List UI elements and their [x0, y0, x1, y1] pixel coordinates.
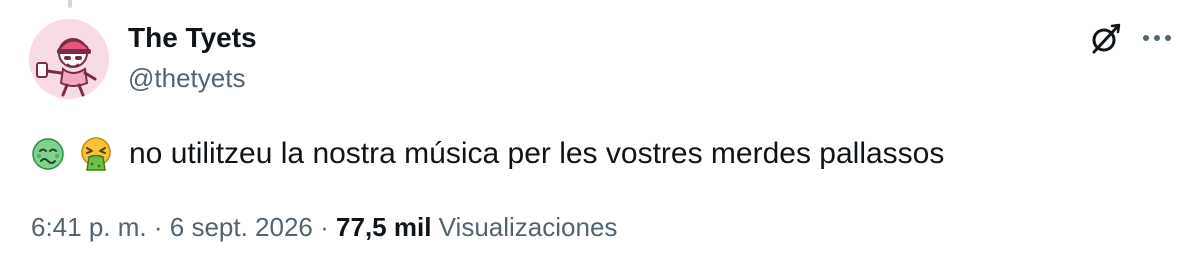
tweet-date[interactable]: 6 sept. 2026 — [170, 212, 313, 242]
more-options-icon[interactable] — [1140, 26, 1174, 50]
avatar-mascot-image — [29, 19, 109, 99]
views-count: 77,5 mil — [336, 212, 432, 242]
avatar[interactable] — [29, 19, 109, 99]
tweet-time[interactable]: 6:41 p. m. — [31, 212, 147, 242]
nauseated-face-icon — [31, 137, 65, 171]
author-handle[interactable]: @thetyets — [128, 62, 257, 94]
meta-separator: · — [153, 212, 163, 242]
views-label: Visualizaciones — [438, 212, 618, 242]
tweet-text: no utilitzeu la nostra música per les vo… — [129, 137, 945, 170]
tweet-card: The Tyets @thetyets no utilitzeu la nost… — [0, 0, 1200, 274]
meta-separator: · — [320, 212, 329, 242]
tweet-body: no utilitzeu la nostra música per les vo… — [31, 132, 944, 176]
tweet-metadata: 6:41 p. m. · 6 sept. 2026 · 77,5 mil Vis… — [31, 209, 617, 245]
thread-connector-line — [68, 0, 72, 8]
author-block: The Tyets @thetyets — [128, 22, 257, 94]
grok-icon[interactable] — [1088, 22, 1122, 56]
face-vomiting-icon — [79, 137, 113, 171]
author-display-name[interactable]: The Tyets — [128, 22, 257, 54]
